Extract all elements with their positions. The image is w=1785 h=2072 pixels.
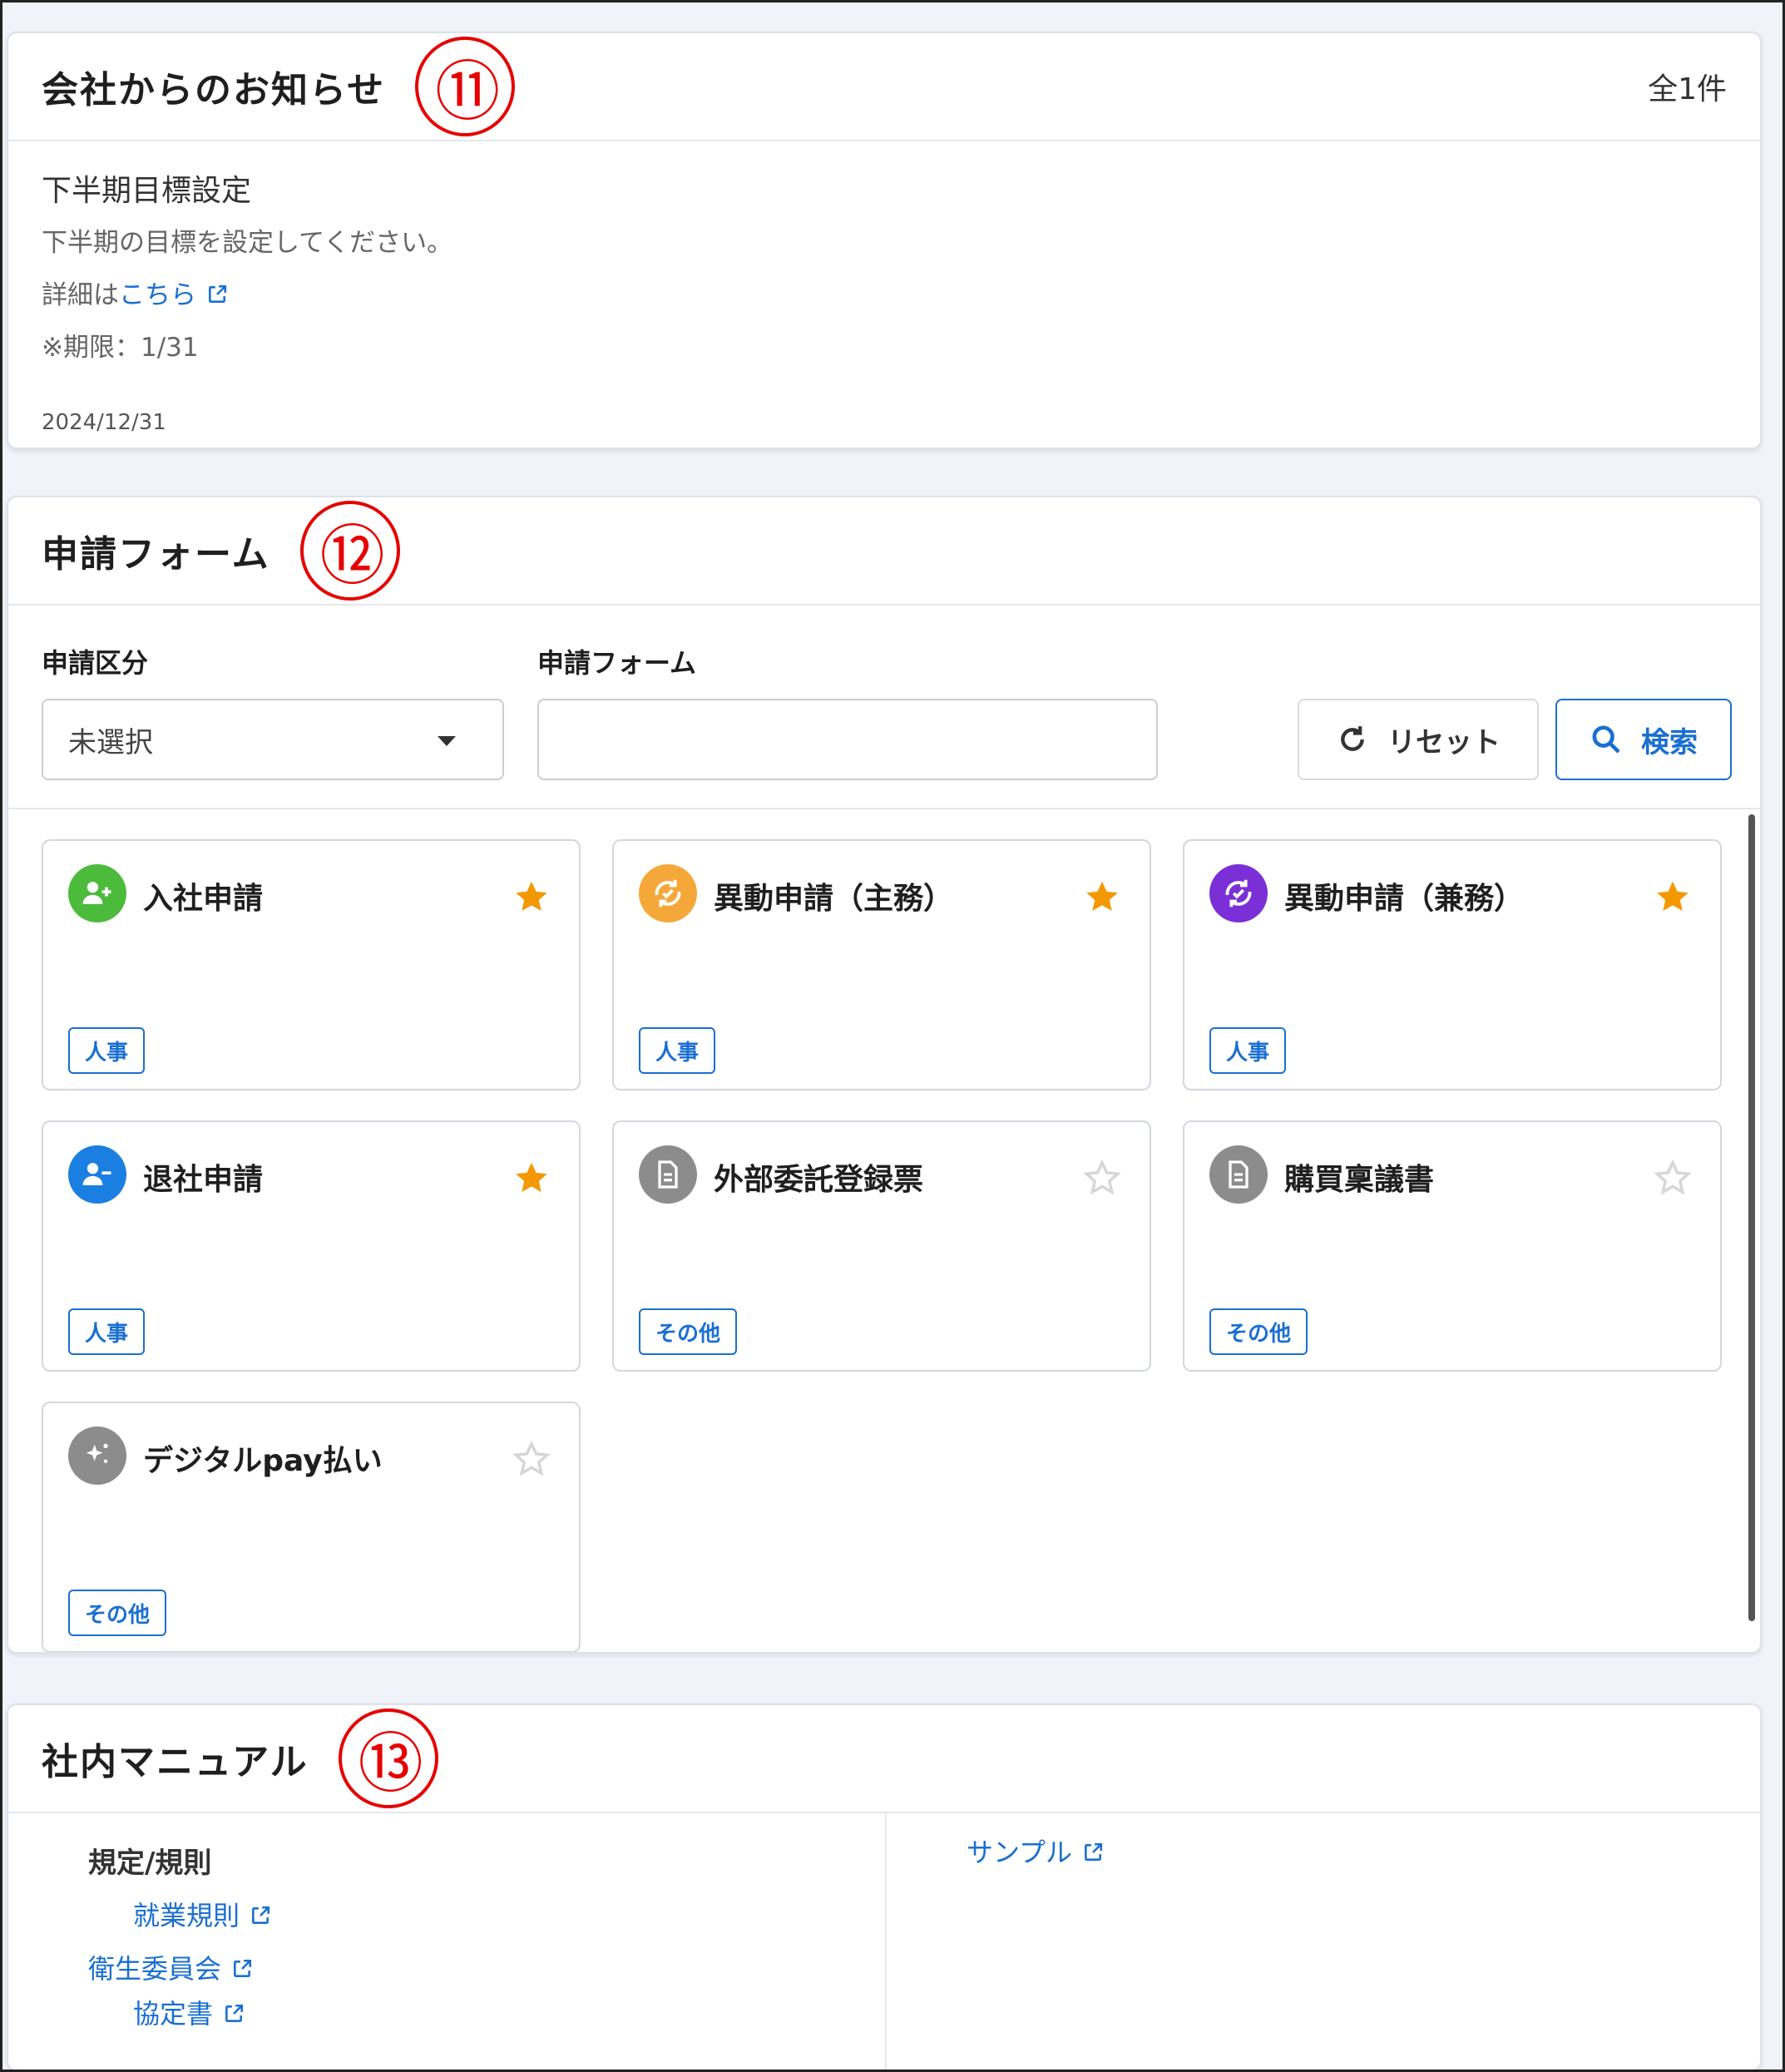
- annotation-marker-13: ⑬: [338, 1709, 438, 1808]
- form-tile[interactable]: 異動申請（主務） 人事: [612, 839, 1151, 1090]
- notice-detail-prefix: 詳細は: [42, 280, 119, 310]
- caret-down-icon: [438, 736, 456, 746]
- person-add-icon: [68, 864, 126, 922]
- notice-item: 下半期目標設定 下半期の目標を設定してください。 詳細はこちら ※期限：1/31…: [8, 141, 1760, 448]
- form-tile-name: 異動申請（主務）: [714, 882, 954, 916]
- notice-title: 会社からのお知らせ: [42, 69, 386, 111]
- form-tile-name: 購買稟議書: [1284, 1163, 1435, 1197]
- notice-body-text: 下半期の目標を設定してください。: [42, 228, 453, 258]
- form-tile-tag: その他: [68, 1590, 167, 1636]
- person-remove-icon: [68, 1145, 126, 1204]
- star-filled-icon[interactable]: [1654, 878, 1692, 916]
- form-tile-grid: 入社申請 人事 異動申請（主務） 人事 異動申請（兼務） 人事 退社申請 人事 …: [8, 809, 1760, 1652]
- manual-link-sample[interactable]: サンプル: [967, 1832, 1104, 1870]
- transfer-icon: [1209, 864, 1268, 922]
- manual-title: 社内マニュアル: [42, 1741, 309, 1783]
- manual-card: 社内マニュアル ⑬ 規定/規則 就業規則 衛生委員会 協定書 サンプル: [7, 1704, 1762, 2071]
- star-outline-icon[interactable]: [1654, 1159, 1692, 1197]
- form-name-input[interactable]: [537, 699, 1158, 780]
- form-tile-name: デジタルpay払い: [143, 1444, 383, 1478]
- manual-link-sample-label: サンプル: [967, 1837, 1073, 1868]
- manual-header: 社内マニュアル ⑬: [8, 1705, 1760, 1813]
- form-tile-tag: その他: [1209, 1308, 1308, 1355]
- notice-detail: 詳細はこちら: [42, 274, 1727, 311]
- form-tile[interactable]: 異動申請（兼務） 人事: [1183, 839, 1722, 1090]
- star-filled-icon[interactable]: [512, 878, 551, 916]
- external-link-icon[interactable]: [206, 284, 228, 305]
- form-tile-name: 入社申請: [143, 882, 264, 916]
- search-button[interactable]: 検索: [1555, 699, 1732, 780]
- form-tile-name: 異動申請（兼務）: [1284, 882, 1525, 916]
- form-tile-name: 外部委託登録票: [714, 1163, 924, 1197]
- manual-link-agreement[interactable]: 協定書: [133, 1993, 245, 2031]
- search-icon: [1592, 725, 1620, 754]
- external-link-icon: [1085, 1842, 1103, 1861]
- manual-link-rules[interactable]: 就業規則: [133, 1895, 271, 1933]
- external-link-icon: [225, 2004, 244, 2022]
- external-link-icon: [234, 1959, 252, 1977]
- scrollbar[interactable]: [1748, 814, 1755, 1621]
- notice-date: 2024/12/31: [42, 410, 166, 435]
- form-tile[interactable]: 入社申請 人事: [42, 839, 581, 1090]
- form-tile-tag: その他: [639, 1308, 738, 1355]
- reset-button-label: リセット: [1387, 725, 1501, 759]
- document-icon: [1209, 1145, 1268, 1204]
- sparkle-icon: [68, 1427, 126, 1485]
- star-outline-icon[interactable]: [512, 1440, 551, 1478]
- reset-button[interactable]: リセット: [1298, 699, 1539, 780]
- manual-link-agreement-label: 協定書: [133, 1998, 214, 2030]
- forms-title: 申請フォーム: [42, 533, 270, 576]
- search-button-label: 検索: [1641, 725, 1698, 759]
- form-tile-name: 退社申請: [143, 1163, 264, 1197]
- manual-body: 規定/規則 就業規則 衛生委員会 協定書 サンプル: [8, 1813, 1760, 2070]
- form-tile-tag: 人事: [639, 1027, 716, 1074]
- forms-filter-bar: 申請区分 申請フォーム 未選択 リセット 検索: [8, 606, 1760, 809]
- notice-card: 会社からのお知らせ ⑪ 全1件 下半期目標設定 下半期の目標を設定してください。…: [7, 32, 1762, 449]
- manual-column-divider: [885, 1813, 887, 2070]
- star-filled-icon[interactable]: [512, 1159, 551, 1197]
- category-filter-label: 申請区分: [42, 647, 149, 679]
- document-icon: [639, 1145, 697, 1204]
- star-outline-icon[interactable]: [1083, 1159, 1121, 1197]
- manual-category: 規定/規則: [88, 1847, 212, 1880]
- manual-link-rules-label: 就業規則: [133, 1900, 240, 1931]
- category-select[interactable]: 未選択: [42, 699, 504, 780]
- notice-heading: 下半期目標設定: [42, 174, 252, 208]
- transfer-icon: [639, 864, 697, 922]
- external-link-icon: [252, 1906, 270, 1924]
- form-tile-tag: 人事: [68, 1308, 146, 1355]
- form-tile-tag: 人事: [1209, 1027, 1287, 1074]
- manual-link-committee-label: 衛生委員会: [88, 1953, 222, 1985]
- notice-header: 会社からのお知らせ ⑪ 全1件: [8, 33, 1760, 141]
- form-tile-tag: 人事: [68, 1027, 146, 1074]
- form-tile[interactable]: デジタルpay払い その他: [42, 1402, 581, 1652]
- notice-deadline: ※期限：1/31: [42, 333, 199, 363]
- form-filter-label: 申請フォーム: [537, 647, 697, 679]
- form-tile[interactable]: 外部委託登録票 その他: [612, 1120, 1151, 1372]
- form-tile[interactable]: 購買稟議書 その他: [1183, 1120, 1722, 1372]
- annotation-marker-11: ⑪: [415, 37, 516, 136]
- notice-detail-link[interactable]: こちら: [119, 280, 196, 310]
- manual-link-committee[interactable]: 衛生委員会: [88, 1948, 253, 1986]
- category-select-value: 未選択: [68, 725, 153, 759]
- refresh-icon: [1341, 726, 1364, 751]
- form-tile[interactable]: 退社申請 人事: [42, 1120, 581, 1372]
- annotation-marker-12: ⑫: [299, 501, 400, 601]
- forms-header: 申請フォーム ⑫: [8, 497, 1760, 606]
- star-filled-icon[interactable]: [1083, 878, 1121, 916]
- notice-count: 全1件: [1648, 72, 1727, 106]
- forms-card: 申請フォーム ⑫ 申請区分 申請フォーム 未選択 リセット 検索 入社申請 人事: [7, 496, 1762, 1654]
